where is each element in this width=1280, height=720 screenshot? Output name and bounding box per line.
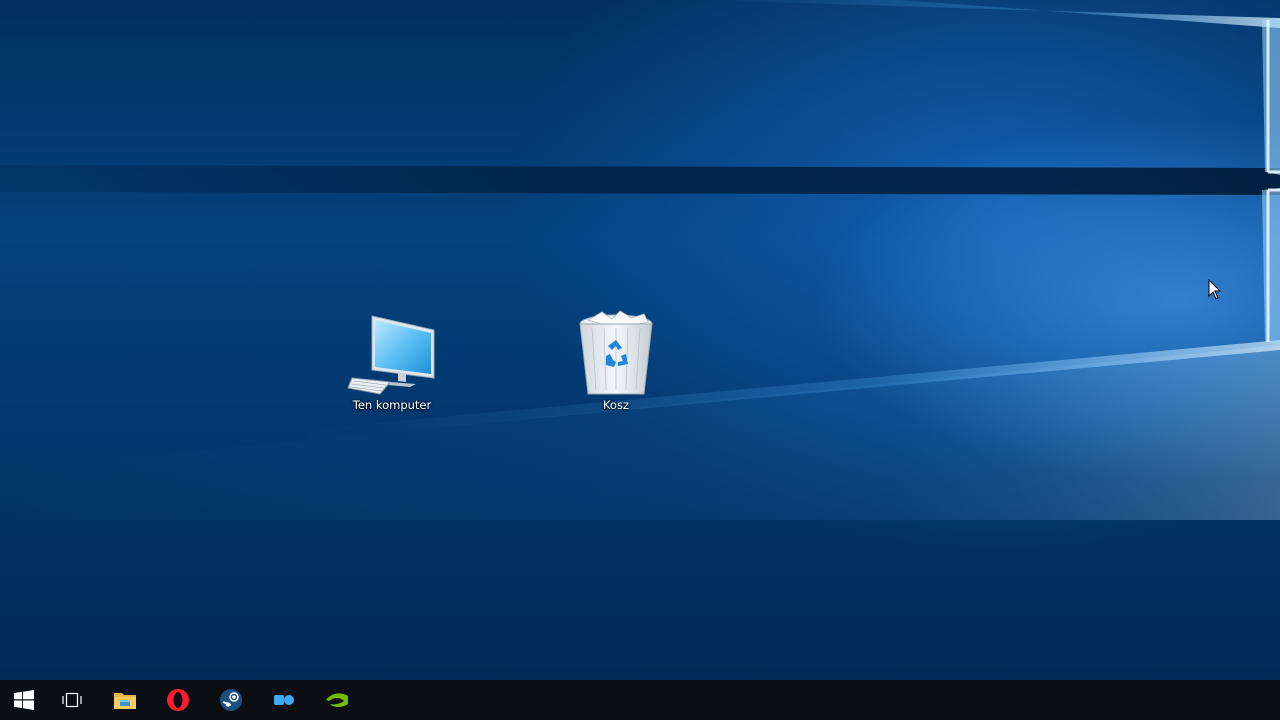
computer-icon bbox=[347, 315, 435, 395]
taskbar-steam[interactable] bbox=[207, 680, 255, 720]
desktop-icon-label: Ten komputer bbox=[352, 398, 432, 412]
recycle-bin-icon bbox=[579, 310, 653, 395]
taskbar-file-explorer[interactable] bbox=[101, 680, 149, 720]
file-explorer-icon bbox=[114, 693, 136, 709]
taskbar-nvidia[interactable] bbox=[313, 680, 361, 720]
app-icon bbox=[274, 695, 294, 705]
nvidia-icon bbox=[326, 693, 348, 707]
desktop-icon-this-pc[interactable]: Ten komputer bbox=[344, 310, 440, 422]
opera-icon bbox=[167, 689, 189, 711]
steam-icon bbox=[220, 689, 242, 711]
desktop-icon-label: Kosz bbox=[602, 398, 630, 412]
start-button[interactable] bbox=[0, 680, 48, 720]
desktop[interactable]: Ten komputer Kosz bbox=[0, 0, 1280, 680]
taskbar bbox=[0, 680, 1280, 720]
task-view-button[interactable] bbox=[48, 680, 96, 720]
desktop-icon-recycle-bin[interactable]: Kosz bbox=[568, 310, 664, 422]
windows-logo-icon bbox=[14, 690, 34, 710]
taskbar-app[interactable] bbox=[260, 680, 308, 720]
taskbar-opera[interactable] bbox=[154, 680, 202, 720]
mouse-cursor-icon bbox=[1208, 279, 1222, 300]
task-view-icon bbox=[62, 692, 82, 708]
